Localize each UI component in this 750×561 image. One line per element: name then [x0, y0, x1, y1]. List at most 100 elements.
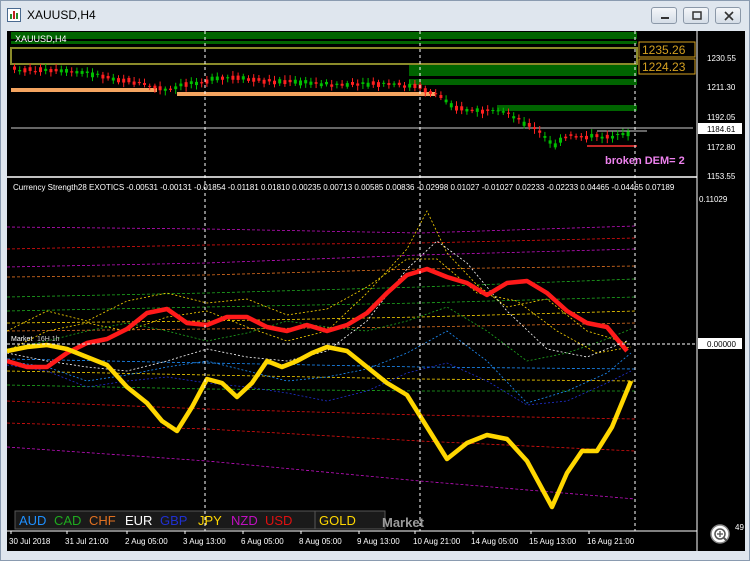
- time-label-8: 10 Aug 21:00: [413, 537, 461, 546]
- candle-body: [496, 110, 500, 112]
- zero-value-text: 0.00000: [707, 340, 736, 349]
- candle-body: [91, 72, 94, 78]
- candle-body: [23, 68, 27, 73]
- time-label-7: 9 Aug 13:00: [357, 537, 400, 546]
- candle-body: [335, 83, 339, 85]
- candle-body: [527, 123, 531, 127]
- candle-body: [553, 143, 557, 148]
- candle-body: [179, 83, 183, 87]
- candle-body: [444, 99, 448, 103]
- candle-body: [574, 136, 578, 138]
- time-label-3: 2 Aug 05:00: [125, 537, 168, 546]
- candle-body: [111, 77, 115, 81]
- candle-body: [226, 77, 230, 79]
- candle-body: [101, 74, 105, 79]
- candle-body: [13, 66, 16, 70]
- close-icon: [724, 11, 734, 21]
- indicator-lines: [6, 210, 636, 510]
- candle-body: [163, 88, 167, 91]
- candle-body: [382, 82, 386, 84]
- candle-body: [278, 79, 282, 84]
- price-tick-2: 1211.30: [707, 83, 736, 92]
- market-label-left: Market: [11, 336, 32, 343]
- candle-body: [169, 88, 172, 90]
- candle-body: [215, 76, 219, 81]
- level-line-4: [6, 265, 636, 278]
- candle-body: [184, 82, 188, 87]
- candle-body: [28, 67, 32, 71]
- time-label-10: 15 Aug 13:00: [529, 537, 577, 546]
- price-box-2-text: 1224.23: [642, 60, 686, 74]
- candle-body: [304, 80, 308, 84]
- candle-body: [153, 85, 157, 89]
- level-line-10: [6, 370, 636, 382]
- candle-body: [470, 109, 474, 112]
- chart-area[interactable]: XAUUSD,H4 broken DEM= 2 1235.26 1224.23 …: [6, 31, 745, 551]
- maximize-button[interactable]: [683, 7, 709, 24]
- candle-body: [501, 111, 505, 113]
- time-label-11: 16 Aug 21:00: [587, 537, 635, 546]
- candle-body: [351, 81, 354, 85]
- demand-zone-mid: [177, 92, 435, 96]
- legend-item-cad: CAD: [54, 513, 81, 528]
- legend-item-usd: USD: [265, 513, 292, 528]
- zoom-icon[interactable]: [707, 522, 737, 550]
- candle-body: [616, 133, 620, 136]
- candle-body: [465, 109, 469, 112]
- candle-body: [579, 136, 583, 138]
- candle-body: [309, 81, 313, 85]
- price-pane: XAUUSD,H4 broken DEM= 2 1235.26 1224.23 …: [10, 31, 742, 551]
- candle-body: [49, 69, 53, 73]
- candle-body: [397, 82, 401, 86]
- market-label-bottom: Market: [382, 515, 425, 530]
- candle-body: [59, 69, 63, 73]
- time-label-6: 8 Aug 05:00: [299, 537, 342, 546]
- window-title: XAUUSD,H4: [27, 8, 96, 22]
- candle-body: [241, 76, 245, 80]
- title-bar[interactable]: XAUUSD,H4: [1, 1, 749, 30]
- terminal-window: XAUUSD,H4 XAUUSD,H4 broken DEM= 2 1235.2…: [0, 0, 750, 561]
- close-button[interactable]: [715, 7, 741, 24]
- candle-body: [39, 67, 42, 73]
- candle-body: [621, 133, 625, 136]
- candle-body: [481, 109, 484, 114]
- demand-zone-left: [11, 88, 157, 92]
- legend-item-aud: AUD: [19, 513, 46, 528]
- candle-body: [299, 80, 302, 86]
- time-label-2: 31 Jul 21:00: [65, 537, 109, 546]
- currency-wave-5: [6, 306, 632, 362]
- candle-body: [408, 83, 412, 88]
- broken-dem-label: broken DEM= 2: [605, 155, 685, 167]
- symbol-label: XAUUSD,H4: [15, 34, 67, 44]
- maximize-icon: [692, 11, 702, 20]
- candle-body: [85, 71, 89, 74]
- candle-body: [345, 83, 349, 87]
- candle-body: [585, 135, 588, 140]
- time-label-9: 14 Aug 05:00: [471, 537, 519, 546]
- candle-body: [371, 81, 375, 85]
- candle-body: [538, 130, 542, 133]
- minimize-button[interactable]: [651, 7, 677, 24]
- candle-body: [548, 140, 552, 144]
- candle-body: [54, 68, 58, 72]
- currency-legend: AUD CAD CHF EUR GBP JPY NZD USD GOLD: [14, 510, 386, 530]
- legend-item-gold: GOLD: [319, 513, 356, 528]
- currency-wave-4: [6, 362, 632, 406]
- candle-body: [460, 106, 464, 111]
- candle-body: [236, 75, 240, 80]
- candle-body: [569, 134, 573, 136]
- candle-body: [564, 136, 568, 139]
- candle-body: [366, 82, 370, 87]
- candle-body: [132, 81, 136, 85]
- candle-body: [247, 78, 250, 81]
- market-label-overlap: 16H 1h: [37, 336, 60, 343]
- candle-body: [559, 137, 562, 143]
- candle-body: [189, 81, 193, 84]
- candle-body: [33, 71, 37, 73]
- time-axis: 30 Jul 2018 31 Jul 21:00 2 Aug 05:00 3 Aug …: [9, 531, 635, 546]
- chart-canvas[interactable]: XAUUSD,H4 broken DEM= 2 1235.26 1224.23 …: [6, 31, 745, 551]
- candle-body: [517, 117, 521, 120]
- candle-body: [522, 121, 526, 126]
- legend-item-nzd: NZD: [231, 513, 258, 528]
- candle-body: [543, 136, 547, 138]
